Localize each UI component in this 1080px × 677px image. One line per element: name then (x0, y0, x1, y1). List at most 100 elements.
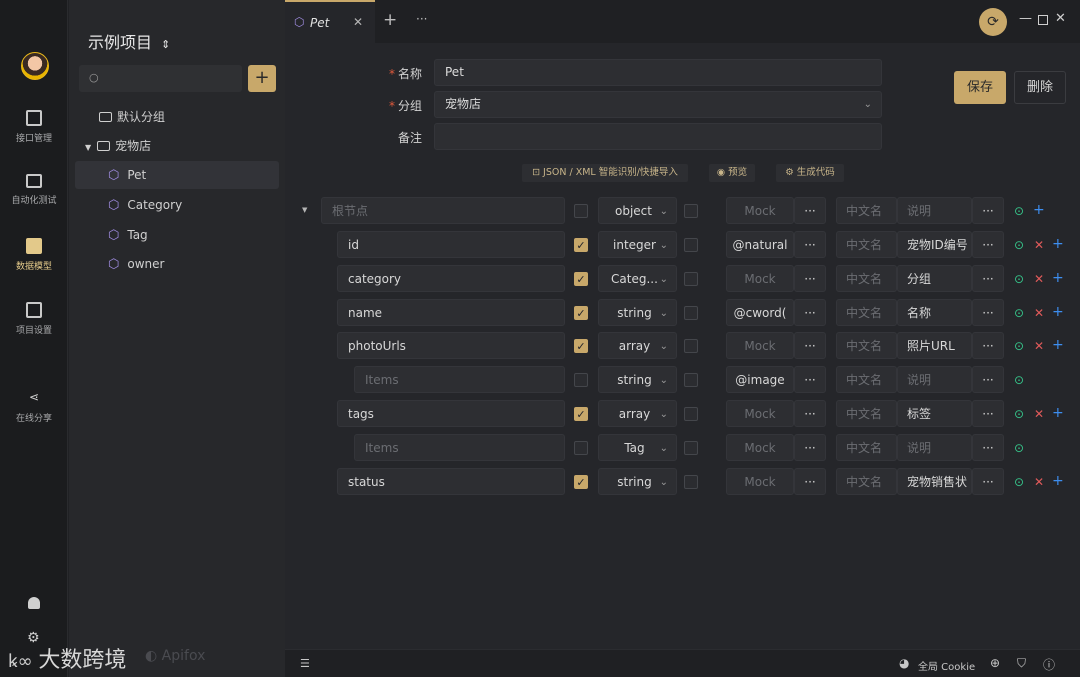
help-icon[interactable]: ⓘ (1043, 656, 1055, 673)
add-sibling-icon[interactable]: ⊙ (1014, 339, 1024, 353)
rail-item-automation[interactable]: 自动化测试 (0, 174, 68, 206)
note-input[interactable] (434, 123, 882, 150)
delete-field-icon[interactable]: ✕ (1034, 272, 1044, 286)
delete-field-icon[interactable]: ✕ (1034, 475, 1044, 489)
sync-icon[interactable]: ⟳ (979, 8, 1007, 36)
type-select[interactable]: Categ... ⌄ (598, 265, 677, 292)
add-child-icon[interactable]: + (1033, 203, 1045, 217)
global-cookie-button[interactable]: 全局 Cookie (918, 658, 975, 673)
rail-item-api[interactable]: 接口管理 (0, 110, 68, 144)
type-select[interactable]: Tag ⌄ (598, 434, 677, 461)
save-button[interactable]: 保存 (954, 71, 1006, 104)
desc-input[interactable]: 说明 (897, 434, 972, 461)
desc-more-button[interactable]: ··· (972, 299, 1004, 326)
field-name-input[interactable]: id (337, 231, 565, 258)
add-sibling-icon[interactable]: ⊙ (1014, 204, 1024, 218)
add-child-icon[interactable]: + (1052, 305, 1064, 319)
desc-more-button[interactable]: ··· (972, 434, 1004, 461)
bell-icon[interactable] (28, 597, 40, 609)
mock-input[interactable]: Mock (726, 400, 794, 427)
nullable-checkbox[interactable] (684, 373, 698, 387)
mock-more-button[interactable]: ··· (794, 434, 826, 461)
nullable-checkbox[interactable] (684, 306, 698, 320)
shirt-icon[interactable]: ⛉ (1017, 656, 1026, 671)
mock-input[interactable]: Mock (726, 332, 794, 359)
field-name-input[interactable]: Items (354, 366, 565, 393)
mock-input[interactable]: Mock (726, 434, 794, 461)
required-checkbox[interactable]: ✓ (574, 306, 588, 320)
close-window-icon[interactable]: ✕ (1055, 11, 1066, 26)
mock-more-button[interactable]: ··· (794, 366, 826, 393)
type-select[interactable]: array ⌄ (598, 400, 677, 427)
cn-name-input[interactable]: 中文名 (836, 366, 897, 393)
nullable-checkbox[interactable] (684, 204, 698, 218)
mock-more-button[interactable]: ··· (794, 231, 826, 258)
field-name-input[interactable]: tags (337, 400, 565, 427)
cn-name-input[interactable]: 中文名 (836, 197, 897, 224)
add-sibling-icon[interactable]: ⊙ (1014, 272, 1024, 286)
add-child-icon[interactable]: + (1052, 237, 1064, 251)
desc-more-button[interactable]: ··· (972, 265, 1004, 292)
delete-button[interactable]: 删除 (1014, 71, 1066, 104)
codegen-button[interactable]: ⚙ 生成代码 (776, 164, 844, 182)
field-name-input[interactable]: category (337, 265, 565, 292)
rail-item-data-model[interactable]: 数据模型 (0, 238, 68, 272)
search-input[interactable]: ○ (79, 65, 242, 92)
add-sibling-icon[interactable]: ⊙ (1014, 238, 1024, 252)
name-input[interactable]: Pet (434, 59, 882, 86)
project-switcher[interactable]: 示例项目 ⇕ (88, 29, 170, 53)
desc-input[interactable]: 分组 (897, 265, 972, 292)
import-button[interactable]: ⊡ JSON / XML 智能识别/快捷导入 (522, 164, 688, 182)
mock-more-button[interactable]: ··· (794, 332, 826, 359)
cn-name-input[interactable]: 中文名 (836, 468, 897, 495)
nullable-checkbox[interactable] (684, 238, 698, 252)
cn-name-input[interactable]: 中文名 (836, 299, 897, 326)
required-checkbox[interactable]: ✓ (574, 339, 588, 353)
nullable-checkbox[interactable] (684, 272, 698, 286)
tree-item-default-group[interactable]: 默认分组 (75, 103, 279, 131)
cn-name-input[interactable]: 中文名 (836, 400, 897, 427)
field-name-input[interactable]: name (337, 299, 565, 326)
tree-item-pet[interactable]: ⬡ Pet (75, 161, 279, 189)
required-checkbox[interactable] (574, 373, 588, 387)
delete-field-icon[interactable]: ✕ (1034, 238, 1044, 252)
minimize-icon[interactable]: — (1019, 11, 1032, 26)
desc-input[interactable]: 说明 (897, 366, 972, 393)
mock-input[interactable]: @image (726, 366, 794, 393)
add-child-icon[interactable]: + (1052, 406, 1064, 420)
add-child-icon[interactable]: + (1052, 271, 1064, 285)
mock-input[interactable]: Mock (726, 468, 794, 495)
mock-more-button[interactable]: ··· (794, 265, 826, 292)
mock-input[interactable]: Mock (726, 197, 794, 224)
type-select[interactable]: object ⌄ (598, 197, 677, 224)
desc-input[interactable]: 标签 (897, 400, 972, 427)
rail-item-share[interactable]: ⋖ 在线分享 (0, 390, 68, 424)
nullable-checkbox[interactable] (684, 407, 698, 421)
mock-more-button[interactable]: ··· (794, 197, 826, 224)
tree-item-pet-store[interactable]: ▼ 宠物店 (75, 132, 279, 160)
desc-more-button[interactable]: ··· (972, 400, 1004, 427)
collapse-caret-icon[interactable]: ▼ (302, 206, 307, 214)
add-sibling-icon[interactable]: ⊙ (1014, 441, 1024, 455)
upload-icon[interactable]: ⊕ (990, 656, 1000, 670)
type-select[interactable]: string ⌄ (598, 468, 677, 495)
maximize-icon[interactable] (1038, 15, 1048, 25)
delete-field-icon[interactable]: ✕ (1034, 407, 1044, 421)
add-sibling-icon[interactable]: ⊙ (1014, 475, 1024, 489)
mock-more-button[interactable]: ··· (794, 299, 826, 326)
required-checkbox[interactable] (574, 441, 588, 455)
tree-item-tag[interactable]: ⬡ Tag (75, 221, 279, 249)
delete-field-icon[interactable]: ✕ (1034, 306, 1044, 320)
type-select[interactable]: array ⌄ (598, 332, 677, 359)
cn-name-input[interactable]: 中文名 (836, 231, 897, 258)
tree-item-category[interactable]: ⬡ Category (75, 191, 279, 219)
mock-input[interactable]: Mock (726, 265, 794, 292)
field-name-input[interactable]: photoUrls (337, 332, 565, 359)
mock-more-button[interactable]: ··· (794, 400, 826, 427)
type-select[interactable]: integer ⌄ (598, 231, 677, 258)
mock-more-button[interactable]: ··· (794, 468, 826, 495)
desc-input[interactable]: 宠物ID编号 (897, 231, 972, 258)
mock-input[interactable]: @cword( (726, 299, 794, 326)
root-name-input[interactable]: 根节点 (321, 197, 565, 224)
cn-name-input[interactable]: 中文名 (836, 434, 897, 461)
